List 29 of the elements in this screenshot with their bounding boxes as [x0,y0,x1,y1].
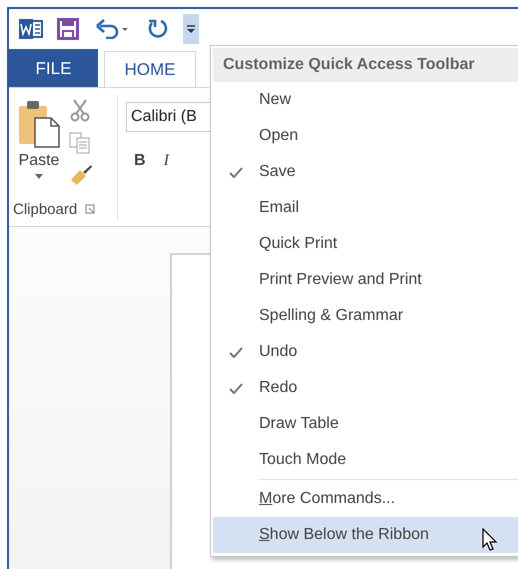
format-button[interactable]: B [134,152,146,170]
menu-item[interactable]: Undo [213,334,518,370]
format-button[interactable]: I [164,152,169,170]
redo-icon[interactable] [147,18,169,40]
menu-item[interactable]: Save [213,154,518,190]
customize-toolbar-button[interactable] [183,14,199,44]
dialog-launcher-icon[interactable] [85,204,96,214]
ribbon-tab[interactable]: HOME [104,51,196,87]
dropdown-arrow-icon [186,23,196,35]
caret-icon [35,174,43,179]
mouse-cursor-icon [482,528,498,552]
scissors-icon[interactable] [69,98,91,122]
menu-item[interactable]: Touch Mode [213,442,518,478]
paste-button[interactable]: Paste [9,94,69,198]
highlighted-menu-item[interactable]: Show Below the Ribbon [213,517,518,553]
menu-item[interactable]: Email [213,190,518,226]
menu-item[interactable]: Draw Table [213,406,518,442]
save-icon[interactable] [57,18,79,40]
menu-title: Customize Quick Access Toolbar [213,48,518,82]
menu-item[interactable]: Spelling & Grammar [213,298,518,334]
menu-item[interactable]: More Commands... [213,481,518,517]
file-tab[interactable]: FILE [9,49,98,87]
word-logo-icon [19,18,43,40]
menu-item[interactable]: Print Preview and Print [213,262,518,298]
clipboard-icon [17,98,61,148]
menu-item[interactable]: Redo [213,370,518,406]
brush-icon[interactable] [69,164,93,186]
group-label: Clipboard [13,200,78,218]
menu-item[interactable]: Quick Print [213,226,518,262]
